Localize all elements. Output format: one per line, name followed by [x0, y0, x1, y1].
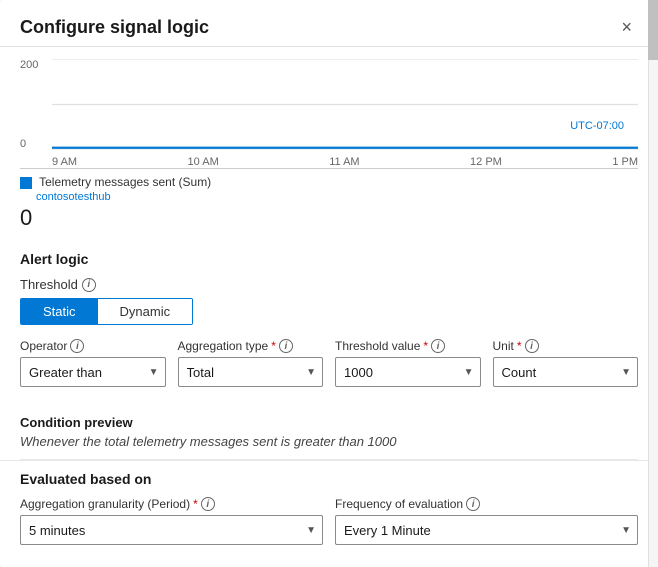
unit-select-wrapper: Count Bytes Percent ▼: [493, 357, 639, 387]
dialog-header: Configure signal logic ×: [0, 0, 658, 47]
utc-label: UTC-07:00: [570, 120, 624, 132]
chart-y-min: 0: [20, 138, 48, 150]
legend-source: contosotesthub: [36, 191, 111, 203]
dialog-title: Configure signal logic: [20, 17, 209, 38]
aggregation-type-select-wrapper: Total Average Minimum Maximum Count ▼: [178, 357, 324, 387]
threshold-toggle-group: Static Dynamic: [20, 298, 193, 325]
chart-container: 200 0 UTC-07:00 9 AM 10: [20, 59, 638, 169]
agg-granularity-select-wrapper: 5 minutes 1 minute 15 minutes 30 minutes…: [20, 515, 323, 545]
threshold-value-select[interactable]: 1000: [344, 365, 472, 380]
frequency-select[interactable]: Every 1 Minute Every 5 Minutes Every 15 …: [344, 523, 629, 538]
threshold-value-select-wrapper: 1000 ▼: [335, 357, 481, 387]
operator-select[interactable]: Greater than Less than Greater than or e…: [29, 365, 157, 380]
unit-select[interactable]: Count Bytes Percent: [502, 365, 630, 380]
chart-y-labels: 200 0: [20, 59, 48, 150]
chart-legend: Telemetry messages sent (Sum) contosotes…: [20, 175, 638, 203]
alert-form-row: Operator i Greater than Less than Greate…: [20, 339, 638, 387]
threshold-value-label: Threshold value * i: [335, 339, 481, 353]
frequency-label: Frequency of evaluation i: [335, 497, 638, 511]
chart-current-value: 0: [20, 205, 638, 231]
aggregation-type-select[interactable]: Total Average Minimum Maximum Count: [187, 365, 315, 380]
agg-granularity-info-icon[interactable]: i: [201, 497, 215, 511]
threshold-dynamic-button[interactable]: Dynamic: [98, 299, 193, 324]
frequency-field: Frequency of evaluation i Every 1 Minute…: [335, 497, 638, 545]
x-label-10am: 10 AM: [188, 156, 219, 168]
condition-preview-title: Condition preview: [20, 415, 638, 430]
chart-y-max: 200: [20, 59, 48, 71]
legend-name: Telemetry messages sent (Sum): [39, 175, 211, 189]
agg-granularity-select[interactable]: 5 minutes 1 minute 15 minutes 30 minutes…: [29, 523, 314, 538]
legend-color-swatch: [20, 177, 32, 189]
configure-signal-dialog: Configure signal logic × 200 0: [0, 0, 658, 567]
x-label-1pm: 1 PM: [612, 156, 638, 168]
aggregation-type-field: Aggregation type * i Total Average Minim…: [178, 339, 324, 387]
chart-x-labels: 9 AM 10 AM 11 AM 12 PM 1 PM: [52, 156, 638, 168]
chart-area: 200 0 UTC-07:00 9 AM 10: [0, 47, 658, 239]
chart-svg: [52, 59, 638, 150]
x-label-9am: 9 AM: [52, 156, 77, 168]
condition-preview-section: Condition preview Whenever the total tel…: [0, 407, 658, 459]
close-button[interactable]: ×: [615, 16, 638, 38]
threshold-static-button[interactable]: Static: [21, 299, 98, 324]
unit-field: Unit * i Count Bytes Percent ▼: [493, 339, 639, 387]
x-label-12pm: 12 PM: [470, 156, 502, 168]
alert-logic-section: Alert logic Threshold i Static Dynamic O…: [0, 239, 658, 407]
condition-preview-text: Whenever the total telemetry messages se…: [20, 434, 638, 449]
agg-granularity-label: Aggregation granularity (Period) * i: [20, 497, 323, 511]
aggregation-type-label: Aggregation type * i: [178, 339, 324, 353]
evaluated-form-row: Aggregation granularity (Period) * i 5 m…: [20, 497, 638, 545]
unit-info-icon[interactable]: i: [525, 339, 539, 353]
threshold-value-field: Threshold value * i 1000 ▼: [335, 339, 481, 387]
dialog-body: 200 0 UTC-07:00 9 AM 10: [0, 47, 658, 567]
agg-granularity-field: Aggregation granularity (Period) * i 5 m…: [20, 497, 323, 545]
chart-inner: UTC-07:00: [52, 59, 638, 150]
operator-info-icon[interactable]: i: [70, 339, 84, 353]
operator-field: Operator i Greater than Less than Greate…: [20, 339, 166, 387]
threshold-label: Threshold i: [20, 277, 638, 292]
unit-label: Unit * i: [493, 339, 639, 353]
operator-select-wrapper: Greater than Less than Greater than or e…: [20, 357, 166, 387]
alert-logic-title: Alert logic: [20, 251, 638, 267]
aggregation-type-info-icon[interactable]: i: [279, 339, 293, 353]
x-label-11am: 11 AM: [329, 156, 359, 168]
threshold-value-info-icon[interactable]: i: [431, 339, 445, 353]
threshold-info-icon[interactable]: i: [82, 278, 96, 292]
evaluated-title: Evaluated based on: [20, 471, 638, 487]
evaluated-based-on-section: Evaluated based on Aggregation granulari…: [0, 460, 658, 567]
operator-label: Operator i: [20, 339, 166, 353]
frequency-info-icon[interactable]: i: [466, 497, 480, 511]
frequency-select-wrapper: Every 1 Minute Every 5 Minutes Every 15 …: [335, 515, 638, 545]
